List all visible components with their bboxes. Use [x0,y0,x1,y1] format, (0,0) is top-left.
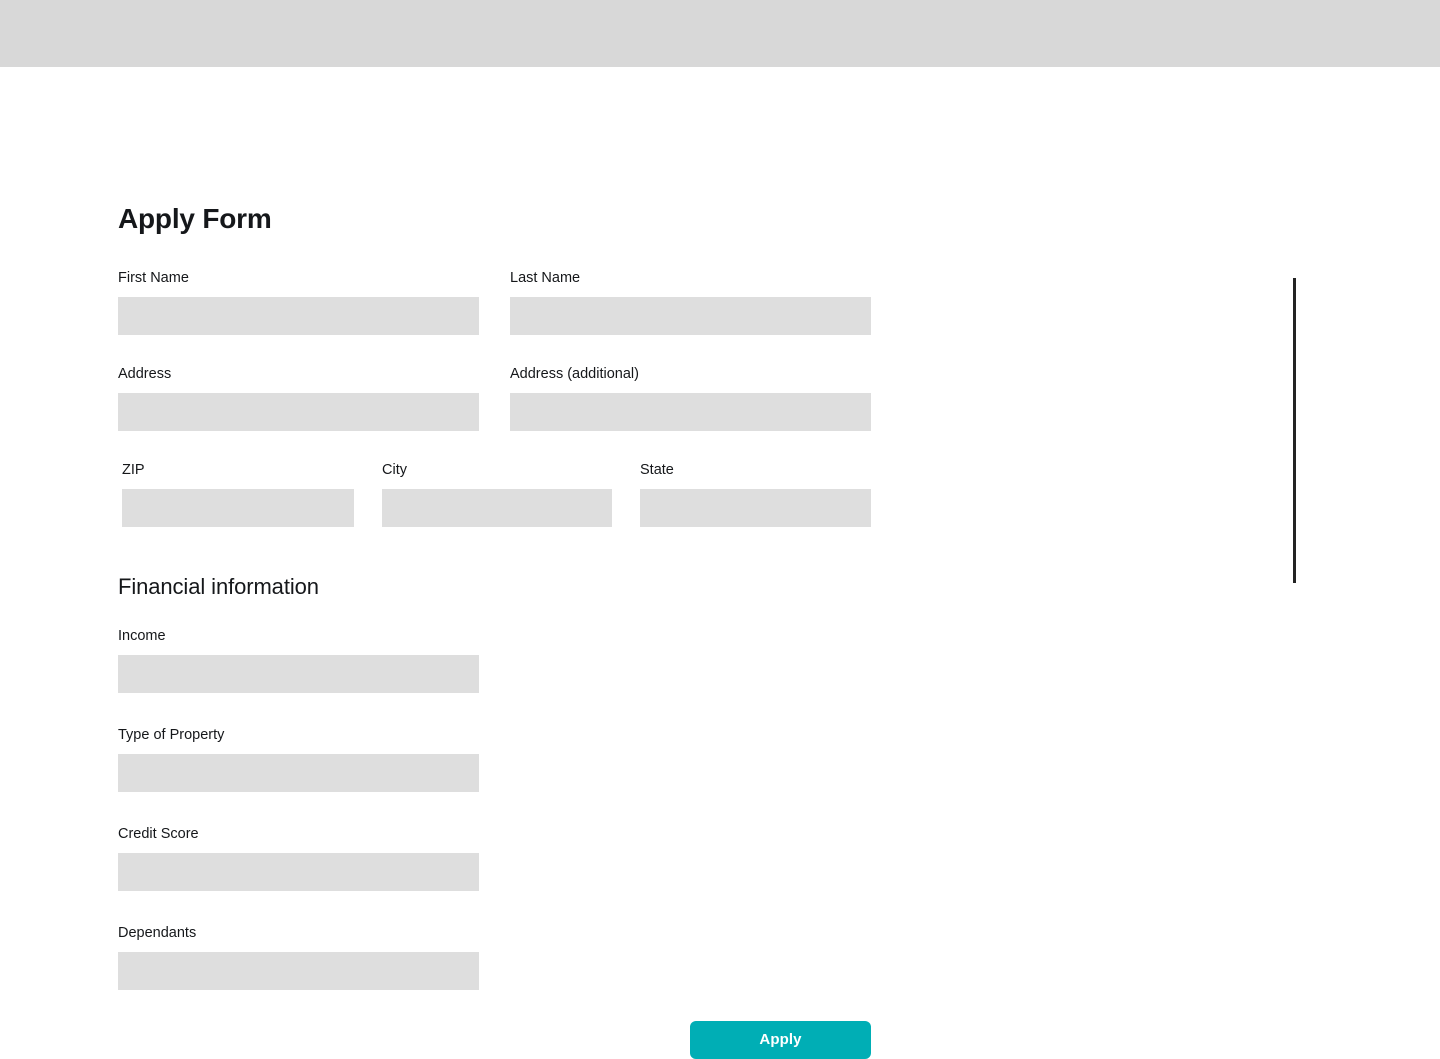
field-address: Address [118,364,479,431]
last-name-input[interactable] [510,297,871,335]
first-name-input[interactable] [118,297,479,335]
field-label-state: State [640,462,674,478]
field-label-zip: ZIP [122,462,145,478]
field-label-first-name: First Name [118,270,189,286]
section-title-financial-information: Financial information [118,574,319,599]
field-address-additional: Address (additional) [510,364,871,431]
field-label-credit-score: Credit Score [118,826,199,842]
vertical-divider-rule [1293,278,1296,583]
field-zip: ZIP [122,460,354,527]
credit-score-input[interactable] [118,853,479,891]
type-of-property-input[interactable] [118,754,479,792]
field-type-of-property: Type of Property [118,725,479,792]
field-income: Income [118,626,479,693]
page-title: Apply Form [118,203,272,234]
field-credit-score: Credit Score [118,824,479,891]
field-label-last-name: Last Name [510,270,581,286]
dependants-input[interactable] [118,952,479,990]
page-content: Apply Form First Name Last Name Address … [0,67,1440,1059]
zip-input[interactable] [122,489,354,527]
city-input[interactable] [382,489,612,527]
top-toolbar [0,0,1440,67]
field-label-city: City [382,462,407,478]
address-additional-input[interactable] [510,393,871,431]
field-label-type-of-property: Type of Property [118,727,225,743]
field-label-address: Address [118,366,172,382]
field-city: City [382,460,612,527]
field-first-name: First Name [118,268,479,335]
field-last-name: Last Name [510,268,871,335]
state-input[interactable] [640,489,871,527]
apply-button[interactable]: Apply [690,1021,871,1059]
address-input[interactable] [118,393,479,431]
field-label-dependants: Dependants [118,925,197,941]
field-dependants: Dependants [118,923,479,990]
field-label-address-additional: Address (additional) [510,366,639,382]
field-label-income: Income [118,628,166,644]
field-state: State [640,460,871,527]
income-input[interactable] [118,655,479,693]
